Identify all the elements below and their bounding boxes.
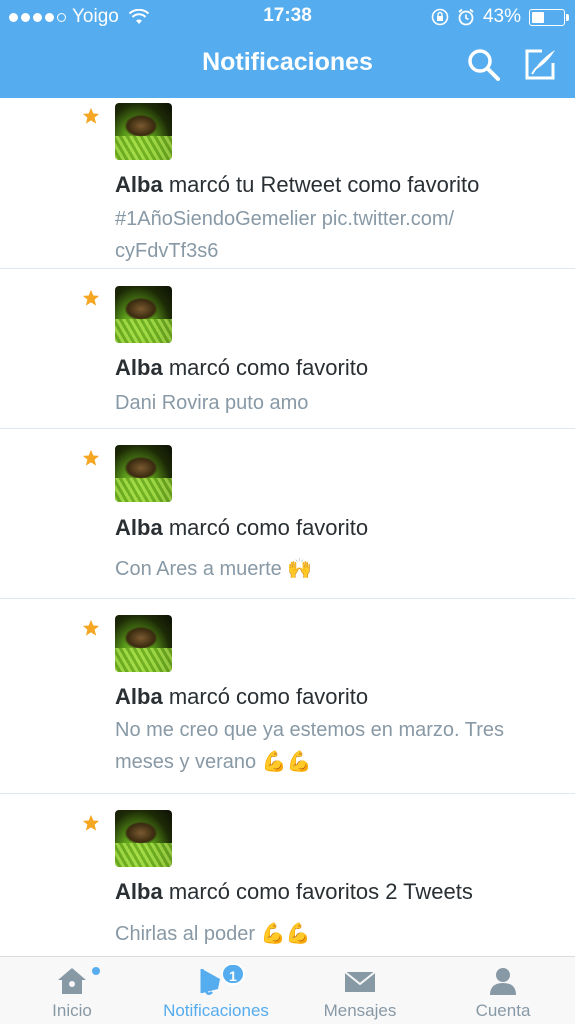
star-icon	[82, 289, 100, 306]
status-bar: Yoigo 17:38 43%	[0, 0, 575, 32]
user-name[interactable]: Alba	[115, 355, 163, 380]
tweet-text[interactable]: Dani Rovira puto amo	[115, 387, 555, 419]
avatar[interactable]	[115, 615, 172, 672]
tab-notificaciones[interactable]: 1 Notificaciones	[144, 957, 288, 1024]
tab-label: Notificaciones	[163, 1001, 269, 1020]
battery-icon	[529, 8, 569, 26]
new-content-dot	[92, 967, 100, 975]
user-name[interactable]: Alba	[115, 172, 163, 197]
tweet-text[interactable]: #1AñoSiendoGemelier pic.twitter.com/ cyF…	[115, 203, 555, 267]
compose-icon[interactable]	[522, 47, 558, 83]
notification-item[interactable]: Alba marcó como favorito Dani Rovira put…	[0, 269, 575, 429]
flexed-biceps-emoji: 💪💪	[260, 923, 311, 945]
notification-text: Alba marcó como favorito	[115, 515, 369, 540]
avatar[interactable]	[115, 286, 172, 343]
notification-text: Alba marcó tu Retweet como favorito	[115, 172, 480, 197]
notification-text: Alba marcó como favorito	[115, 355, 369, 380]
tweet-text[interactable]: Chirlas al poder 💪💪	[115, 918, 555, 950]
notification-item[interactable]: Alba marcó como favorito Con Ares a muer…	[0, 429, 575, 599]
tab-inicio[interactable]: Inicio	[0, 957, 144, 1024]
raising-hands-emoji: 🙌	[287, 558, 313, 580]
flexed-biceps-emoji: 💪💪	[261, 751, 312, 773]
tab-label: Mensajes	[323, 1001, 397, 1020]
battery-percent: 43%	[482, 6, 521, 27]
avatar[interactable]	[115, 810, 172, 867]
avatar[interactable]	[115, 445, 172, 502]
star-icon	[82, 619, 100, 636]
star-icon	[82, 449, 100, 466]
tweet-text[interactable]: No me creo que ya estemos en marzo. Tres…	[115, 714, 555, 778]
notification-text: Alba marcó como favorito	[115, 684, 369, 709]
user-name[interactable]: Alba	[115, 684, 163, 709]
envelope-icon	[344, 971, 376, 992]
notification-badge: 1	[221, 963, 245, 985]
tab-bar: Inicio 1 Notificaciones Mensajes Cuenta	[0, 956, 575, 1024]
tweet-text[interactable]: Con Ares a muerte 🙌	[115, 553, 555, 585]
star-icon	[82, 107, 100, 124]
header: Yoigo 17:38 43% Notificaciones	[0, 0, 575, 98]
tab-cuenta[interactable]: Cuenta	[431, 957, 575, 1024]
notification-item[interactable]: Alba marcó como favoritos 2 Tweets Chirl…	[0, 794, 575, 956]
person-icon	[490, 968, 516, 995]
tab-label: Inicio	[52, 1001, 92, 1020]
star-icon	[82, 814, 100, 831]
tab-mensajes[interactable]: Mensajes	[288, 957, 432, 1024]
notification-item[interactable]: Alba marcó tu Retweet como favorito #1Añ…	[0, 98, 575, 269]
notification-item[interactable]: Alba marcó como favorito No me creo que …	[0, 599, 575, 794]
avatar[interactable]	[115, 103, 172, 160]
search-icon[interactable]	[466, 47, 502, 83]
user-name[interactable]: Alba	[115, 515, 163, 540]
tab-label: Cuenta	[475, 1001, 531, 1020]
notification-text: Alba marcó como favoritos 2 Tweets	[115, 879, 473, 904]
alarm-icon	[458, 8, 474, 26]
home-icon	[58, 968, 86, 994]
user-name[interactable]: Alba	[115, 879, 163, 904]
notification-list[interactable]: Alba marcó tu Retweet como favorito #1Añ…	[0, 98, 575, 956]
rotation-lock-icon	[431, 8, 449, 26]
